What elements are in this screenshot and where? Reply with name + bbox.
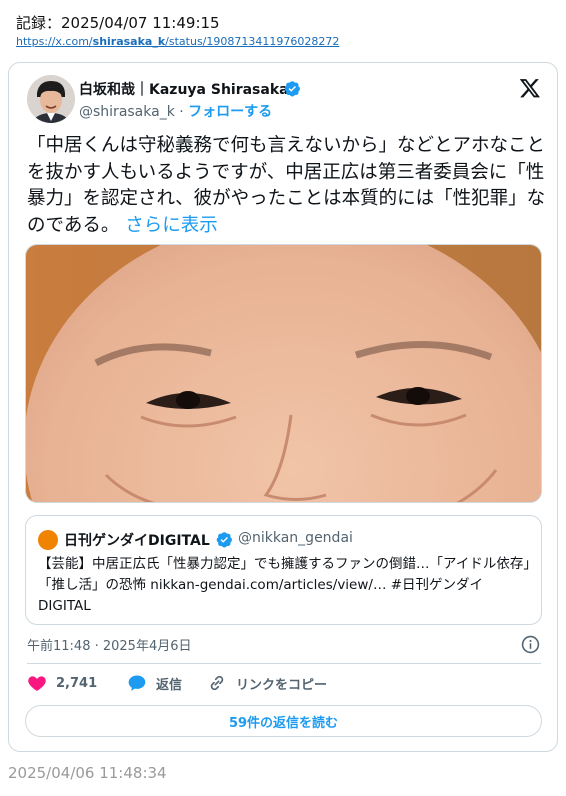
copy-link-label: リンクをコピー	[236, 677, 328, 693]
source-url-link[interactable]: https://x.com/shirasaka_k/status/1908713…	[16, 35, 339, 48]
quote-author-name: 日刊ゲンダイDIGITAL	[64, 533, 210, 549]
show-more-link[interactable]: さらに表示	[125, 215, 218, 236]
reply-label: 返信	[156, 677, 183, 693]
author-handle-row: @shirasaka_k · フォローする	[79, 101, 272, 121]
quote-author-handle: @nikkan_gendai	[238, 530, 353, 546]
separator-dot: ·	[179, 104, 184, 120]
quote-avatar	[38, 530, 58, 550]
url-suffix: /status/1908713411976028272	[165, 35, 340, 48]
link-icon	[210, 675, 224, 691]
tweet-text: 「中居くんは守秘義務で何も言えないから」などとアホなことを抜かす人もいるようです…	[27, 135, 546, 236]
quoted-tweet[interactable]: 日刊ゲンダイDIGITAL @nikkan_gendai 【芸能】中居正広氏「性…	[25, 515, 542, 625]
url-user: shirasaka_k	[92, 35, 166, 48]
tweet-timestamp[interactable]: 午前11:48 · 2025年4月6日	[27, 635, 192, 654]
verified-badge-icon	[284, 81, 300, 97]
reply-button[interactable]: 返信	[127, 673, 182, 693]
info-icon[interactable]	[521, 635, 540, 654]
quote-text: 【芸能】中居正広氏「性暴力認定」でも擁護するファンの倒錯…「アイドル依存」「推し…	[38, 556, 531, 614]
tweet-body: 「中居くんは守秘義務で何も言えないから」などとアホなことを抜かす人もいるようです…	[27, 133, 547, 239]
reply-bubble-icon	[128, 675, 146, 691]
x-logo-icon[interactable]	[519, 77, 541, 99]
verified-badge-icon	[216, 532, 232, 548]
heart-icon	[28, 676, 46, 691]
author-display-name[interactable]: 白坂和哉｜Kazuya Shirasaka	[79, 79, 289, 99]
read-replies-button[interactable]: 59件の返信を読む	[25, 705, 542, 737]
tweet-card: 白坂和哉｜Kazuya Shirasaka @shirasaka_k · フォロ…	[8, 62, 558, 752]
action-bar: 2,741 返信 リンクをコピー	[27, 673, 541, 697]
author-avatar[interactable]	[27, 75, 75, 123]
divider	[27, 663, 541, 664]
record-timestamp: 記録：2025/04/07 11:49:15	[16, 14, 220, 32]
like-button[interactable]: 2,741	[27, 673, 97, 693]
copy-link-button[interactable]: リンクをコピー	[207, 673, 327, 693]
follow-button[interactable]: フォローする	[188, 104, 272, 120]
saved-timestamp: 2025/04/06 11:48:34	[8, 764, 167, 782]
url-prefix: https://x.com/	[16, 35, 93, 48]
author-handle[interactable]: @shirasaka_k	[79, 104, 175, 120]
like-count: 2,741	[56, 675, 98, 691]
tweet-photo[interactable]	[25, 244, 542, 503]
